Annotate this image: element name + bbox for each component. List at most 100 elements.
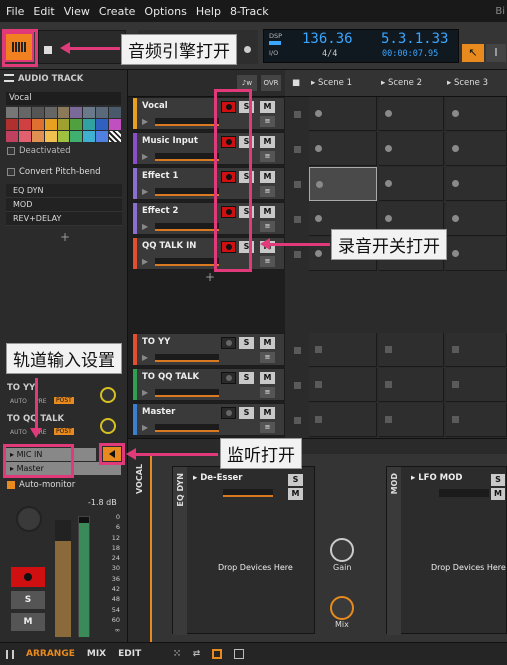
tempo-readout[interactable]: 136.36 — [302, 31, 353, 47]
track-name[interactable]: Music Input — [142, 136, 198, 146]
clip-slot[interactable] — [446, 167, 507, 201]
menu-help[interactable]: Help — [196, 5, 221, 18]
track-menu-icon[interactable]: ≡ — [260, 387, 275, 398]
clip-slot[interactable] — [446, 403, 507, 437]
time-select-tool-button[interactable]: I — [486, 44, 506, 62]
track-mute-button[interactable]: M — [260, 206, 275, 218]
send-knob-to-qq-talk[interactable] — [100, 418, 116, 434]
add-track-button[interactable]: + — [205, 270, 215, 284]
clip-launcher-icon[interactable]: ⇄ — [193, 649, 201, 659]
mix-tab[interactable]: MIX — [87, 649, 106, 659]
track-mute-button[interactable]: M — [260, 101, 275, 113]
add-effect-button[interactable]: + — [60, 230, 70, 244]
clip-stop-button[interactable] — [294, 146, 301, 153]
effect-item-rev-delay[interactable]: REV+DELAY — [6, 212, 122, 226]
fader-track[interactable] — [78, 516, 90, 637]
inspector-record-arm-button[interactable] — [11, 567, 45, 587]
gain-knob[interactable] — [330, 538, 354, 562]
menu-view[interactable]: View — [64, 5, 90, 18]
clip-slot[interactable] — [309, 368, 377, 402]
clip-slot[interactable] — [309, 97, 377, 131]
clip-slot[interactable] — [379, 97, 444, 131]
clip-slot[interactable] — [309, 403, 377, 437]
device-de-esser-solo[interactable]: S — [288, 474, 303, 486]
effect-item-mod[interactable]: MOD — [6, 198, 122, 212]
convert-pitchbend-toggle[interactable]: Convert Pitch-bend — [7, 167, 100, 177]
track-solo-button[interactable]: S — [239, 337, 254, 349]
track-menu-icon[interactable]: ≡ — [260, 352, 275, 363]
track-tracks3[interactable]: Effect 2 ▶ S M ≡ — [132, 202, 285, 235]
record-arm-button[interactable] — [221, 337, 236, 349]
track-solo-button[interactable]: S — [239, 372, 254, 384]
clip-slot[interactable] — [379, 333, 444, 367]
clip-slot[interactable] — [379, 167, 444, 201]
send-mode-auto-2[interactable]: AUTO — [10, 429, 27, 436]
effect-item-eq-dyn[interactable]: EQ DYN — [6, 184, 122, 198]
menu-options[interactable]: Options — [144, 5, 186, 18]
inspector-solo-button[interactable]: S — [11, 591, 45, 609]
track-fx_tracks0[interactable]: TO YY ▶ S M ≡ — [132, 333, 285, 366]
device-de-esser-name[interactable]: ▸ De-Esser — [193, 473, 242, 483]
menu-edit[interactable]: Edit — [33, 5, 54, 18]
clip-slot[interactable] — [309, 132, 377, 166]
clip-stop-button[interactable] — [294, 111, 301, 118]
inspector-toggle-icon[interactable] — [6, 649, 14, 659]
arrange-tab[interactable]: ARRANGE — [26, 649, 75, 659]
track-name[interactable]: TO YY — [142, 337, 170, 347]
track-menu-icon[interactable]: ≡ — [260, 221, 275, 232]
drop-zone-1[interactable]: Drop Devices Here — [218, 563, 293, 572]
auto-monitor-toggle[interactable]: Auto-monitor — [7, 480, 75, 490]
clip-slot[interactable] — [379, 403, 444, 437]
device-lfo-mod-mute[interactable]: M — [491, 488, 505, 500]
device-lfo-mod-name[interactable]: ▸ LFO MOD — [411, 473, 462, 483]
clip-stop-button[interactable] — [294, 181, 301, 188]
menu-create[interactable]: Create — [99, 5, 136, 18]
grid-view-icon[interactable]: ⁙ — [173, 649, 181, 659]
color-palette[interactable] — [6, 107, 122, 142]
track-fx_tracks1[interactable]: TO QQ TALK ▶ S M ≡ — [132, 368, 285, 401]
device-lfo-mod-solo[interactable]: S — [491, 474, 505, 486]
clip-stop-button[interactable] — [294, 382, 301, 389]
pointer-tool-button[interactable]: ↖ — [462, 44, 484, 62]
clip-slot[interactable] — [446, 202, 507, 236]
menu-file[interactable]: File — [6, 5, 24, 18]
time-signature[interactable]: 4/4 — [322, 49, 337, 59]
clip-stop-button[interactable] — [294, 251, 301, 258]
track-menu-icon[interactable]: ≡ — [260, 186, 275, 197]
track-menu-icon[interactable]: ≡ — [260, 256, 275, 267]
track-menu-icon[interactable]: ≡ — [260, 422, 275, 433]
track-fx_tracks2[interactable]: Master ▶ S M ≡ — [132, 403, 285, 436]
record-dot-icon[interactable] — [244, 46, 251, 53]
device-de-esser-mute[interactable]: M — [288, 488, 303, 500]
device-panel-icon[interactable] — [212, 649, 223, 659]
clip-slot[interactable] — [446, 97, 507, 131]
track-name-field[interactable]: Vocal — [6, 92, 121, 105]
track-name[interactable]: Master — [142, 407, 175, 417]
scene-3[interactable]: ▸ Scene 3 — [443, 78, 507, 88]
record-arm-button[interactable] — [221, 407, 236, 419]
track-menu-icon[interactable]: ≡ — [260, 151, 275, 162]
mix-knob[interactable] — [330, 596, 354, 620]
clip-slot[interactable] — [379, 368, 444, 402]
stop-button[interactable] — [44, 46, 52, 54]
track-mute-button[interactable]: M — [260, 136, 275, 148]
clip-slot[interactable] — [309, 167, 377, 201]
clip-stop-button[interactable] — [294, 347, 301, 354]
clip-slot[interactable] — [379, 132, 444, 166]
time-readout[interactable]: 00:00:07.95 — [382, 49, 438, 59]
track-menu-icon[interactable]: ≡ — [260, 116, 275, 127]
clip-stop-button[interactable] — [294, 417, 301, 424]
clip-stop-button[interactable] — [294, 216, 301, 223]
pan-knob[interactable] — [16, 506, 42, 532]
scene-2[interactable]: ▸ Scene 2 — [377, 78, 443, 88]
position-readout[interactable]: 5.3.1.33 — [381, 31, 448, 47]
track-name[interactable]: Vocal — [142, 101, 168, 111]
inspector-mute-button[interactable]: M — [11, 613, 45, 631]
track-mute-button[interactable]: M — [260, 171, 275, 183]
track-name[interactable]: Effect 2 — [142, 206, 178, 216]
send-mode-post-2[interactable]: POST — [54, 428, 74, 435]
record-arm-button[interactable] — [221, 372, 236, 384]
clip-slot[interactable] — [446, 132, 507, 166]
clip-slot[interactable] — [446, 237, 507, 271]
track-mute-button[interactable]: M — [260, 407, 275, 419]
